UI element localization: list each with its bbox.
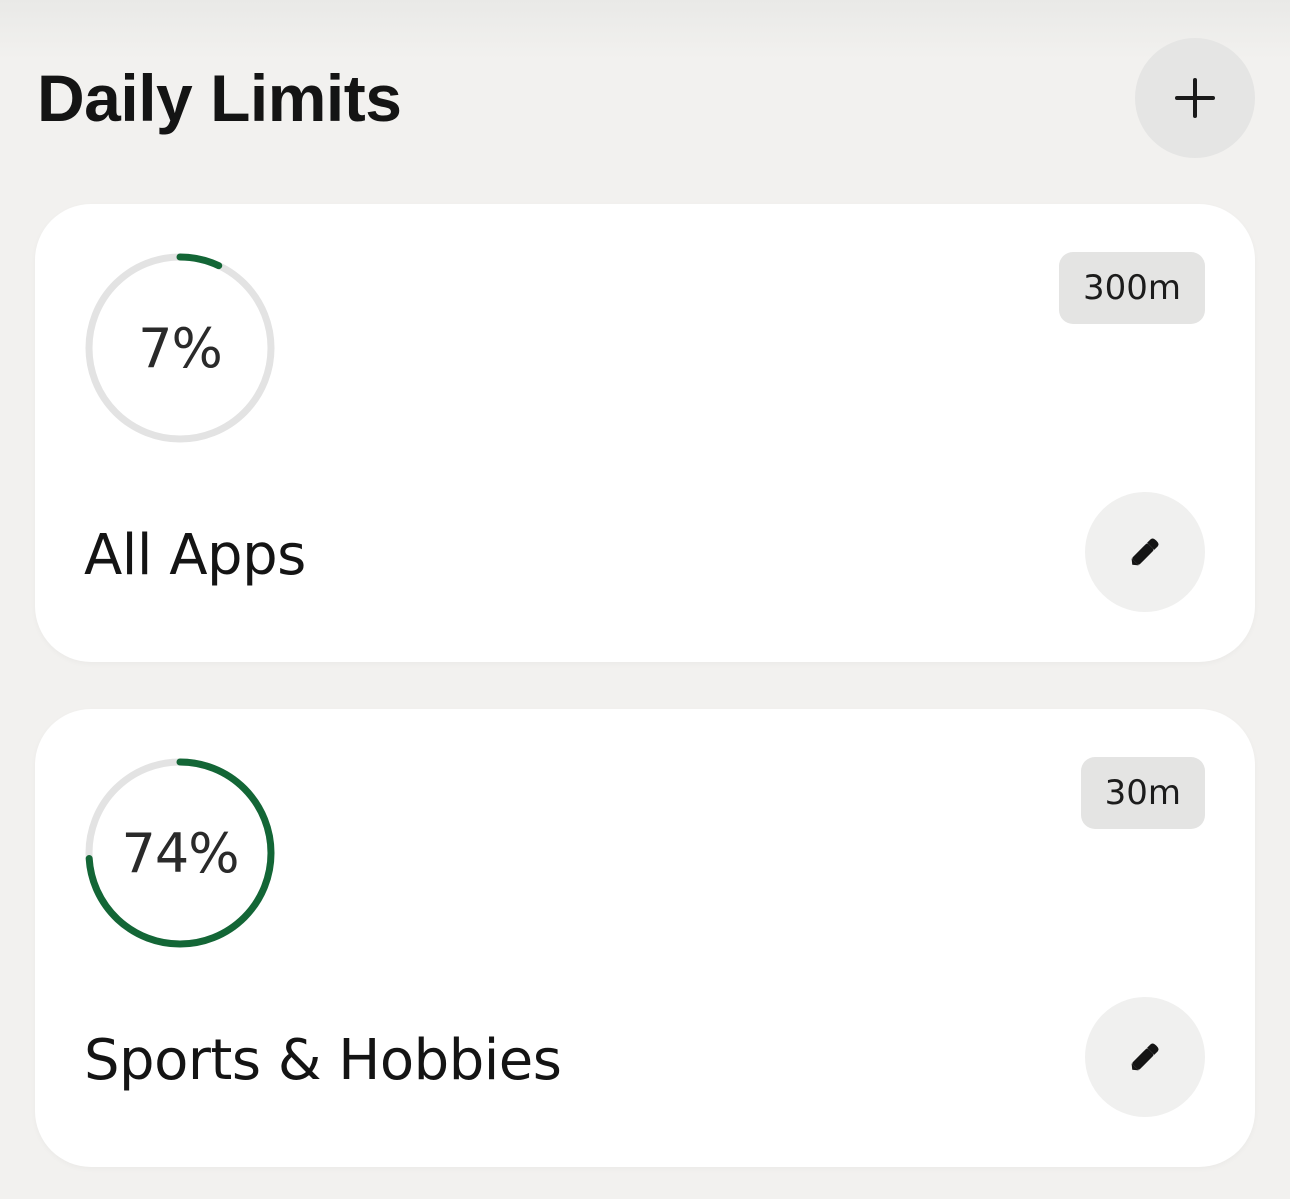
header: Daily Limits bbox=[37, 38, 1255, 158]
plus-icon bbox=[1175, 78, 1215, 118]
pencil-icon bbox=[1127, 534, 1163, 570]
page-title: Daily Limits bbox=[37, 61, 402, 135]
pencil-icon bbox=[1127, 1039, 1163, 1075]
edit-limit-button[interactable] bbox=[1085, 997, 1205, 1117]
progress-percent: 74% bbox=[121, 821, 239, 885]
progress-ring: 7% bbox=[84, 252, 276, 444]
limit-card-all-apps[interactable]: 7% 300m All Apps bbox=[35, 204, 1255, 662]
limit-card-sports-hobbies[interactable]: 74% 30m Sports & Hobbies bbox=[35, 709, 1255, 1167]
progress-percent: 7% bbox=[138, 316, 223, 380]
limit-name: Sports & Hobbies bbox=[84, 1028, 562, 1093]
progress-ring: 74% bbox=[84, 757, 276, 949]
limit-badge: 300m bbox=[1058, 252, 1205, 324]
edit-limit-button[interactable] bbox=[1085, 492, 1205, 612]
add-limit-button[interactable] bbox=[1135, 38, 1255, 158]
limit-name: All Apps bbox=[84, 523, 306, 588]
limit-badge: 30m bbox=[1080, 757, 1205, 829]
